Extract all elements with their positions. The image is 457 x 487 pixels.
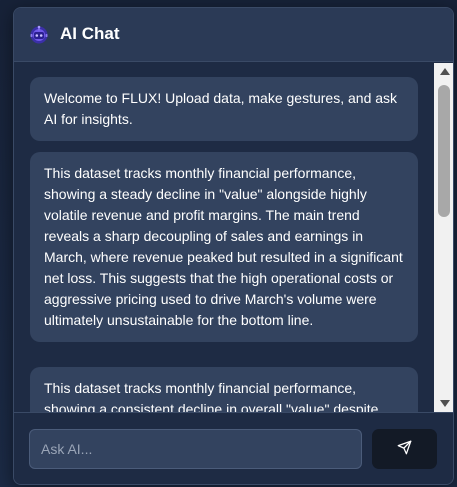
ask-ai-input[interactable]	[29, 429, 362, 469]
chat-header: AI Chat	[14, 8, 453, 62]
chat-message: Welcome to FLUX! Upload data, make gestu…	[30, 77, 418, 141]
robot-icon	[29, 25, 49, 45]
chat-message: This dataset tracks monthly financial pe…	[30, 152, 418, 342]
message-scrollbar[interactable]	[434, 63, 453, 412]
chat-title: AI Chat	[60, 24, 120, 43]
message-list[interactable]: Welcome to FLUX! Upload data, make gestu…	[14, 63, 435, 412]
send-icon	[397, 440, 412, 458]
scrollbar-thumb[interactable]	[438, 85, 450, 217]
send-button[interactable]	[372, 429, 437, 469]
scroll-up-arrow-icon[interactable]	[434, 63, 453, 80]
ai-chat-panel: AI Chat Welcome to FLUX! Upload data, ma…	[13, 7, 454, 485]
chat-input-bar	[14, 412, 453, 484]
scroll-down-arrow-icon[interactable]	[434, 395, 453, 412]
chat-message: This dataset tracks monthly financial pe…	[30, 367, 418, 412]
